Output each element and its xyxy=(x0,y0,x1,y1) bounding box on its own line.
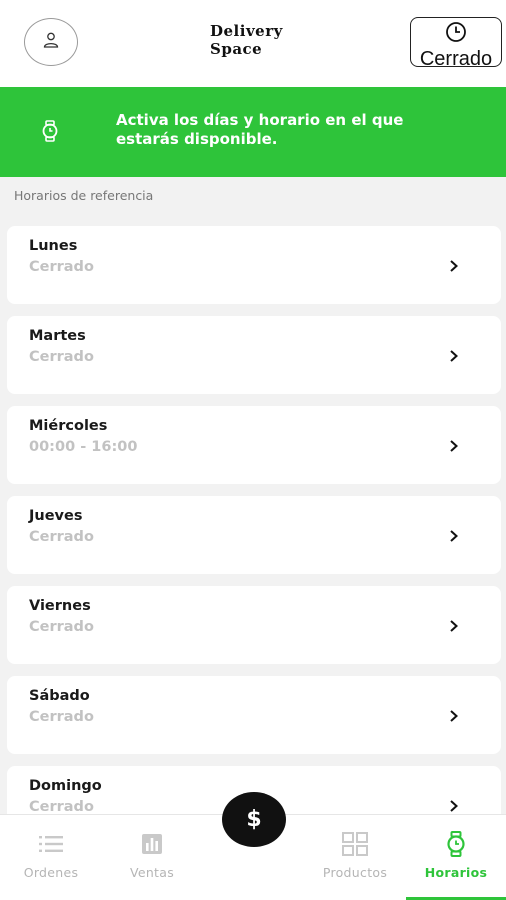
day-hours: 00:00 - 16:00 xyxy=(29,439,138,455)
day-hours: Cerrado xyxy=(29,529,94,545)
day-item-jueves[interactable]: Jueves Cerrado xyxy=(7,496,501,574)
nav-item-productos[interactable]: Productos xyxy=(304,815,406,900)
brand-line-2: Space xyxy=(210,40,263,58)
day-item-viernes[interactable]: Viernes Cerrado xyxy=(7,586,501,664)
nav-item-ventas[interactable]: Ventas xyxy=(102,815,202,900)
nav-item-horarios[interactable]: Horarios xyxy=(406,815,506,900)
day-name: Jueves xyxy=(29,508,83,524)
list-icon xyxy=(38,832,64,856)
watch-icon xyxy=(446,831,466,857)
day-name: Martes xyxy=(29,328,86,344)
day-name: Viernes xyxy=(29,598,91,614)
profile-button[interactable] xyxy=(24,18,78,66)
nav-label: Ventas xyxy=(129,865,175,880)
chevron-right-icon xyxy=(449,258,459,277)
section-title: Horarios de referencia xyxy=(14,188,154,203)
day-hours: Cerrado xyxy=(29,619,94,635)
sales-fab-button[interactable]: $ xyxy=(222,792,286,847)
day-hours: Cerrado xyxy=(29,799,94,815)
store-status-button[interactable]: Cerrado xyxy=(410,17,502,70)
day-hours: Cerrado xyxy=(29,709,94,725)
chevron-right-icon xyxy=(449,708,459,727)
day-name: Domingo xyxy=(29,778,102,794)
day-name: Sábado xyxy=(29,688,90,704)
store-status-label: Cerrado xyxy=(419,48,493,70)
nav-item-ordenes[interactable]: Ordenes xyxy=(0,815,102,900)
dollar-label: $ xyxy=(246,807,262,832)
day-hours: Cerrado xyxy=(29,349,94,365)
day-name: Lunes xyxy=(29,238,78,254)
top-header: Delivery Space Cerrado xyxy=(0,0,506,87)
chevron-right-icon xyxy=(449,618,459,637)
availability-banner: Activa los días y horario en el que esta… xyxy=(0,87,506,177)
day-item-sabado[interactable]: Sábado Cerrado xyxy=(7,676,501,754)
day-hours: Cerrado xyxy=(29,259,94,275)
brand-line-1: Delivery xyxy=(210,22,283,40)
chevron-right-icon xyxy=(449,348,459,367)
chevron-right-icon xyxy=(449,438,459,457)
nav-label: Productos xyxy=(322,865,388,880)
user-icon xyxy=(42,31,60,53)
bar-chart-icon xyxy=(141,832,163,856)
day-name: Miércoles xyxy=(29,418,108,434)
brand-logo: Delivery Space xyxy=(210,22,283,58)
nav-label: Ordenes xyxy=(23,865,79,880)
clock-icon xyxy=(445,21,467,47)
chevron-right-icon xyxy=(449,528,459,547)
day-item-martes[interactable]: Martes Cerrado xyxy=(7,316,501,394)
grid-icon xyxy=(342,832,368,856)
banner-text: Activa los días y horario en el que esta… xyxy=(116,111,404,148)
day-item-lunes[interactable]: Lunes Cerrado xyxy=(7,226,501,304)
day-item-miercoles[interactable]: Miércoles 00:00 - 16:00 xyxy=(7,406,501,484)
watch-icon xyxy=(41,120,59,146)
nav-label: Horarios xyxy=(424,865,488,880)
